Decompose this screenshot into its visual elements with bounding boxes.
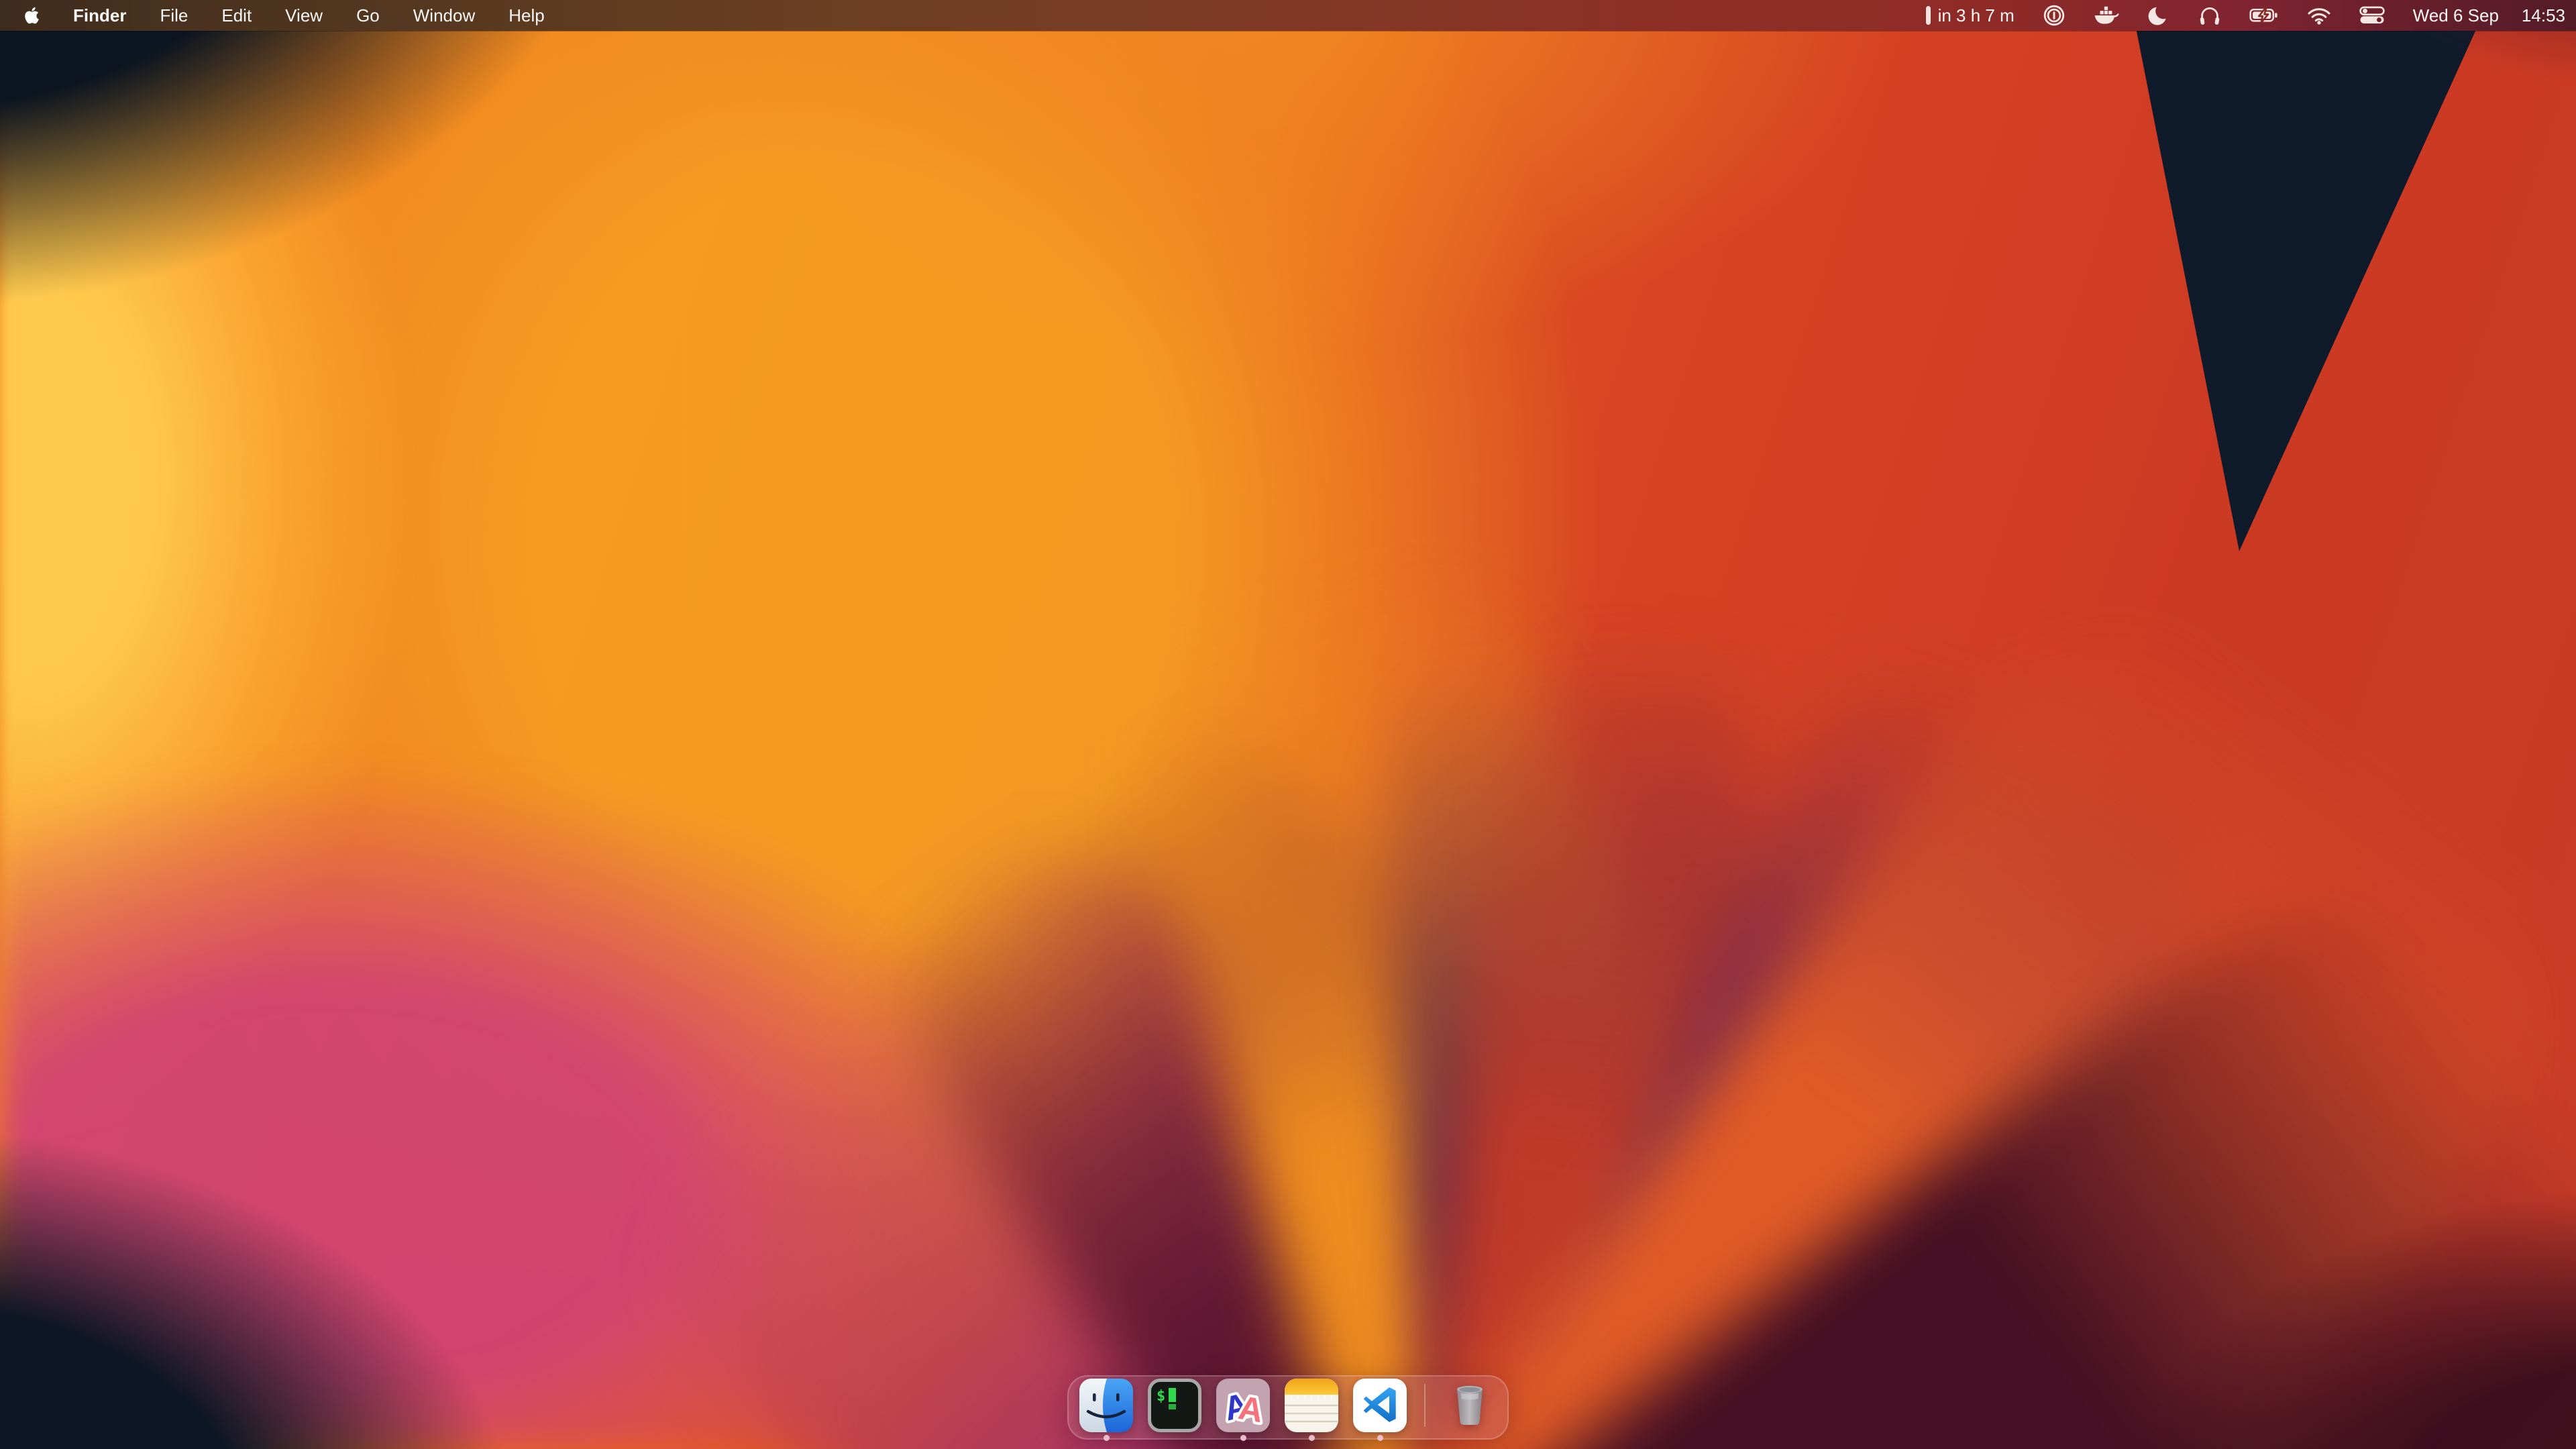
running-indicator — [1104, 1435, 1110, 1441]
svg-text:$: $ — [1157, 1388, 1165, 1405]
menu-help[interactable]: Help — [508, 5, 544, 26]
apple-logo-icon — [24, 6, 40, 25]
running-indicator — [1240, 1435, 1246, 1441]
menu-bar: Finder File Edit View Go Window Help in … — [0, 0, 2576, 31]
menu-file[interactable]: File — [160, 5, 188, 26]
dock-item-notes[interactable] — [1285, 1379, 1338, 1432]
docker-whale-icon[interactable] — [2094, 5, 2119, 25]
dock-divider — [1424, 1384, 1426, 1427]
desktop: Finder File Edit View Go Window Help in … — [0, 0, 2576, 1449]
focus-moon-icon[interactable] — [2147, 4, 2170, 27]
activity-ring-icon[interactable] — [2043, 4, 2065, 27]
apple-menu[interactable] — [24, 6, 40, 25]
wifi-icon[interactable] — [2307, 6, 2331, 25]
running-indicator — [1377, 1435, 1383, 1441]
finder-icon — [1079, 1379, 1133, 1432]
timer-pill-icon — [1925, 5, 1931, 25]
dock-item-trash[interactable] — [1443, 1379, 1497, 1432]
menu-date: Wed 6 Sep — [2413, 5, 2499, 26]
menu-view[interactable]: View — [285, 5, 323, 26]
timer-text: in 3 h 7 m — [1938, 5, 2015, 26]
timer-status[interactable]: in 3 h 7 m — [1925, 5, 2015, 26]
a-monogram-app-icon: A A — [1216, 1379, 1270, 1432]
dock-item-vscode[interactable] — [1353, 1379, 1407, 1432]
dock-item-terminal[interactable]: $ — [1148, 1379, 1201, 1432]
active-app-menu[interactable]: Finder — [73, 5, 126, 26]
headphones-icon[interactable] — [2198, 4, 2221, 27]
menu-window[interactable]: Window — [413, 5, 475, 26]
notes-icon — [1285, 1379, 1338, 1432]
running-indicator — [1309, 1435, 1315, 1441]
menu-time: 14:53 — [2522, 5, 2565, 26]
control-center-icon[interactable] — [2359, 6, 2385, 25]
menu-clock[interactable]: Wed 6 Sep 14:53 — [2413, 5, 2565, 26]
trash-icon — [1443, 1379, 1497, 1432]
wallpaper — [0, 0, 2576, 1449]
dock: $ A A — [1067, 1375, 1509, 1440]
dock-item-a-monogram-app[interactable]: A A — [1216, 1379, 1270, 1432]
dock-item-finder[interactable] — [1079, 1379, 1133, 1432]
menu-edit[interactable]: Edit — [221, 5, 252, 26]
vscode-icon — [1353, 1379, 1407, 1432]
battery-charging-icon[interactable] — [2249, 7, 2279, 24]
wallpaper-bottomright-dark — [0, 0, 2576, 1449]
menu-go[interactable]: Go — [356, 5, 380, 26]
terminal-icon: $ — [1148, 1379, 1201, 1432]
